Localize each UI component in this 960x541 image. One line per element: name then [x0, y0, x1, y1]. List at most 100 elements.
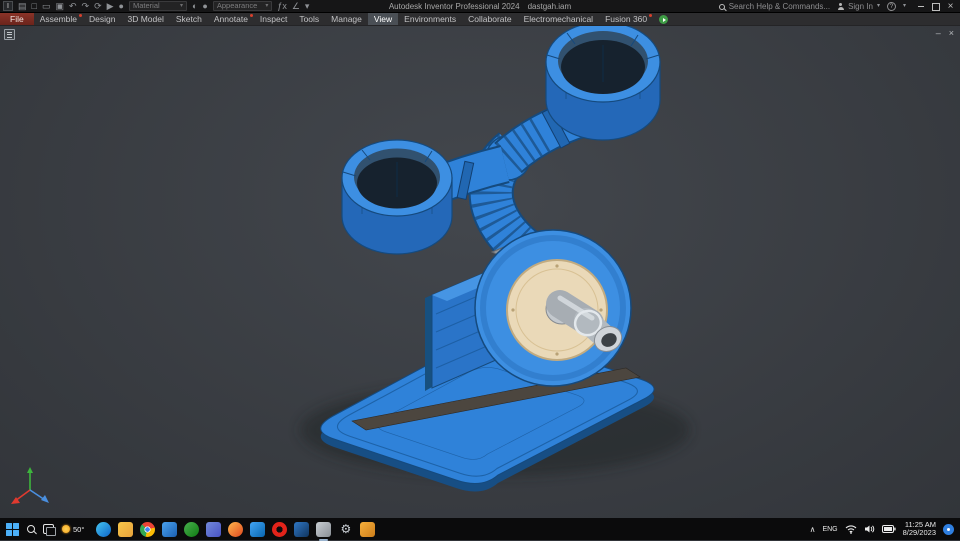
tray-overflow-chevron-icon[interactable]: ∧	[810, 525, 816, 534]
new-file-icon[interactable]: □	[32, 0, 37, 13]
tab-manage[interactable]: Manage	[325, 13, 368, 25]
user-icon	[837, 3, 844, 10]
tab-fusion-360[interactable]: Fusion 360	[599, 13, 653, 25]
wifi-icon[interactable]	[845, 524, 857, 534]
tab-design[interactable]: Design	[83, 13, 121, 25]
measure-icon[interactable]: ∠	[292, 0, 300, 13]
browser-panel-toggle[interactable]	[4, 29, 15, 40]
taskbar-app-vscode[interactable]	[250, 522, 265, 537]
tab-label: Design	[89, 14, 115, 24]
app-menu-icon[interactable]: ▤	[18, 0, 27, 13]
tray-date: 8/29/2023	[903, 529, 936, 538]
tab-label: Electromechanical	[524, 14, 593, 24]
tab-assemble[interactable]: Assemble	[34, 13, 83, 25]
taskbar-app-photos[interactable]	[162, 522, 177, 537]
document-title: dastgah.iam	[528, 2, 572, 11]
system-tray: ∧ ENG 11:25 AM 8/29/2023	[810, 521, 954, 538]
help-caret-icon[interactable]: ▾	[903, 0, 906, 13]
window-minimize-button[interactable]	[913, 0, 928, 13]
window-maximize-button[interactable]	[928, 0, 943, 13]
document-close-icon[interactable]: ×	[949, 28, 954, 38]
tab-label: File	[10, 14, 24, 24]
search-help-label: Search Help & Commands...	[729, 2, 830, 11]
appearance-sphere-icon[interactable]: ●	[202, 0, 207, 13]
select-icon[interactable]: ▶	[107, 0, 114, 13]
taskbar-app-chrome[interactable]	[140, 522, 155, 537]
taskbar-app-autodesk-inventor[interactable]	[316, 522, 331, 537]
taskbar-app-notepad[interactable]	[360, 522, 375, 537]
notification-dot	[250, 14, 253, 17]
weather-widget[interactable]: 50°	[62, 525, 84, 534]
tab-label: Inspect	[260, 14, 287, 24]
tab-inspect[interactable]: Inspect	[254, 13, 293, 25]
quick-access-toolbar: I ▤□▭▣↶↷⟳▶●Material▾◐●Appearance▾ƒx∠▾	[0, 0, 309, 13]
taskbar-apps: ⚙	[96, 522, 375, 537]
taskbar-app-edge[interactable]	[96, 522, 111, 537]
clock[interactable]: 11:25 AM 8/29/2023	[903, 521, 936, 538]
dropdown-caret-icon[interactable]: ▾	[305, 0, 310, 13]
search-help-commands[interactable]: Search Help & Commands...	[719, 2, 830, 11]
tab-view[interactable]: View	[368, 13, 398, 25]
tab-label: View	[374, 14, 392, 24]
start-button[interactable]	[6, 523, 19, 536]
taskbar-app-photoshop[interactable]	[294, 522, 309, 537]
model-viewport[interactable]: – ×	[0, 26, 960, 518]
tab-label: Annotate	[214, 14, 248, 24]
app-title: Autodesk Inventor Professional 2024	[389, 2, 520, 11]
taskbar-app-firefox[interactable]	[228, 522, 243, 537]
appearance-dropdown-label: Appearance	[217, 2, 257, 10]
material-dropdown[interactable]: Material▾	[129, 1, 187, 11]
appearance-dropdown[interactable]: Appearance▾	[213, 1, 272, 11]
taskbar-search-button[interactable]	[27, 525, 35, 533]
tab-sketch[interactable]: Sketch	[170, 13, 208, 25]
update-icon[interactable]: ⟳	[94, 0, 102, 13]
ring-outlet-left[interactable]	[342, 140, 452, 254]
notification-center-button[interactable]	[943, 524, 954, 535]
taskbar-app-discord[interactable]	[206, 522, 221, 537]
language-indicator[interactable]: ENG	[822, 526, 837, 533]
taskbar-app-opera[interactable]	[272, 522, 287, 537]
tab-label: 3D Model	[128, 14, 164, 24]
redo-icon[interactable]: ↷	[82, 0, 90, 13]
open-icon[interactable]: ▭	[42, 0, 51, 13]
tab-label: Tools	[299, 14, 319, 24]
tab-collaborate[interactable]: Collaborate	[462, 13, 517, 25]
document-minimize-icon[interactable]: –	[936, 28, 941, 38]
ribbon-tabs: File Assemble Design 3D Model Sketch Annotate…	[0, 13, 653, 25]
sign-in-button[interactable]: Sign In ▾	[837, 0, 880, 13]
ring-outlet-right[interactable]	[546, 26, 660, 140]
battery-icon[interactable]	[882, 525, 896, 533]
tab-label: Collaborate	[468, 14, 511, 24]
volume-icon[interactable]	[864, 524, 875, 534]
taskbar-app-file-explorer[interactable]	[118, 522, 133, 537]
ribbon-tab-bar: File Assemble Design 3D Model Sketch Annotate…	[0, 13, 960, 26]
task-view-button[interactable]	[43, 524, 54, 534]
help-icon[interactable]: ?	[887, 2, 896, 11]
taskbar-app-settings[interactable]: ⚙	[338, 522, 353, 537]
caret-icon: ▾	[180, 2, 183, 10]
screencast-play-icon[interactable]	[659, 15, 668, 24]
tab-label: Assemble	[40, 14, 77, 24]
tab-annotate[interactable]: Annotate	[208, 13, 254, 25]
title-bar: I ▤□▭▣↶↷⟳▶●Material▾◐●Appearance▾ƒx∠▾ Au…	[0, 0, 960, 13]
material-sphere-icon[interactable]: ●	[119, 0, 124, 13]
tab-label: Sketch	[176, 14, 202, 24]
sign-in-label: Sign In	[848, 2, 873, 11]
3d-scene[interactable]	[0, 26, 960, 518]
tab-environments[interactable]: Environments	[398, 13, 462, 25]
undo-icon[interactable]: ↶	[69, 0, 77, 13]
adjust-icon[interactable]: ◐	[192, 0, 197, 13]
notification-dot	[649, 14, 652, 17]
inventor-app-icon[interactable]: I	[3, 1, 13, 11]
taskbar-app-xbox[interactable]	[184, 522, 199, 537]
tab-tools[interactable]: Tools	[293, 13, 325, 25]
search-icon	[719, 4, 725, 10]
tab-3d-model[interactable]: 3D Model	[122, 13, 170, 25]
tab-file[interactable]: File	[0, 13, 34, 25]
tab-label: Manage	[331, 14, 362, 24]
tab-electromechanical[interactable]: Electromechanical	[518, 13, 599, 25]
sun-icon	[62, 525, 70, 533]
save-icon[interactable]: ▣	[55, 0, 64, 13]
window-close-button[interactable]	[943, 0, 958, 13]
parameters-icon[interactable]: ƒx	[277, 0, 287, 13]
